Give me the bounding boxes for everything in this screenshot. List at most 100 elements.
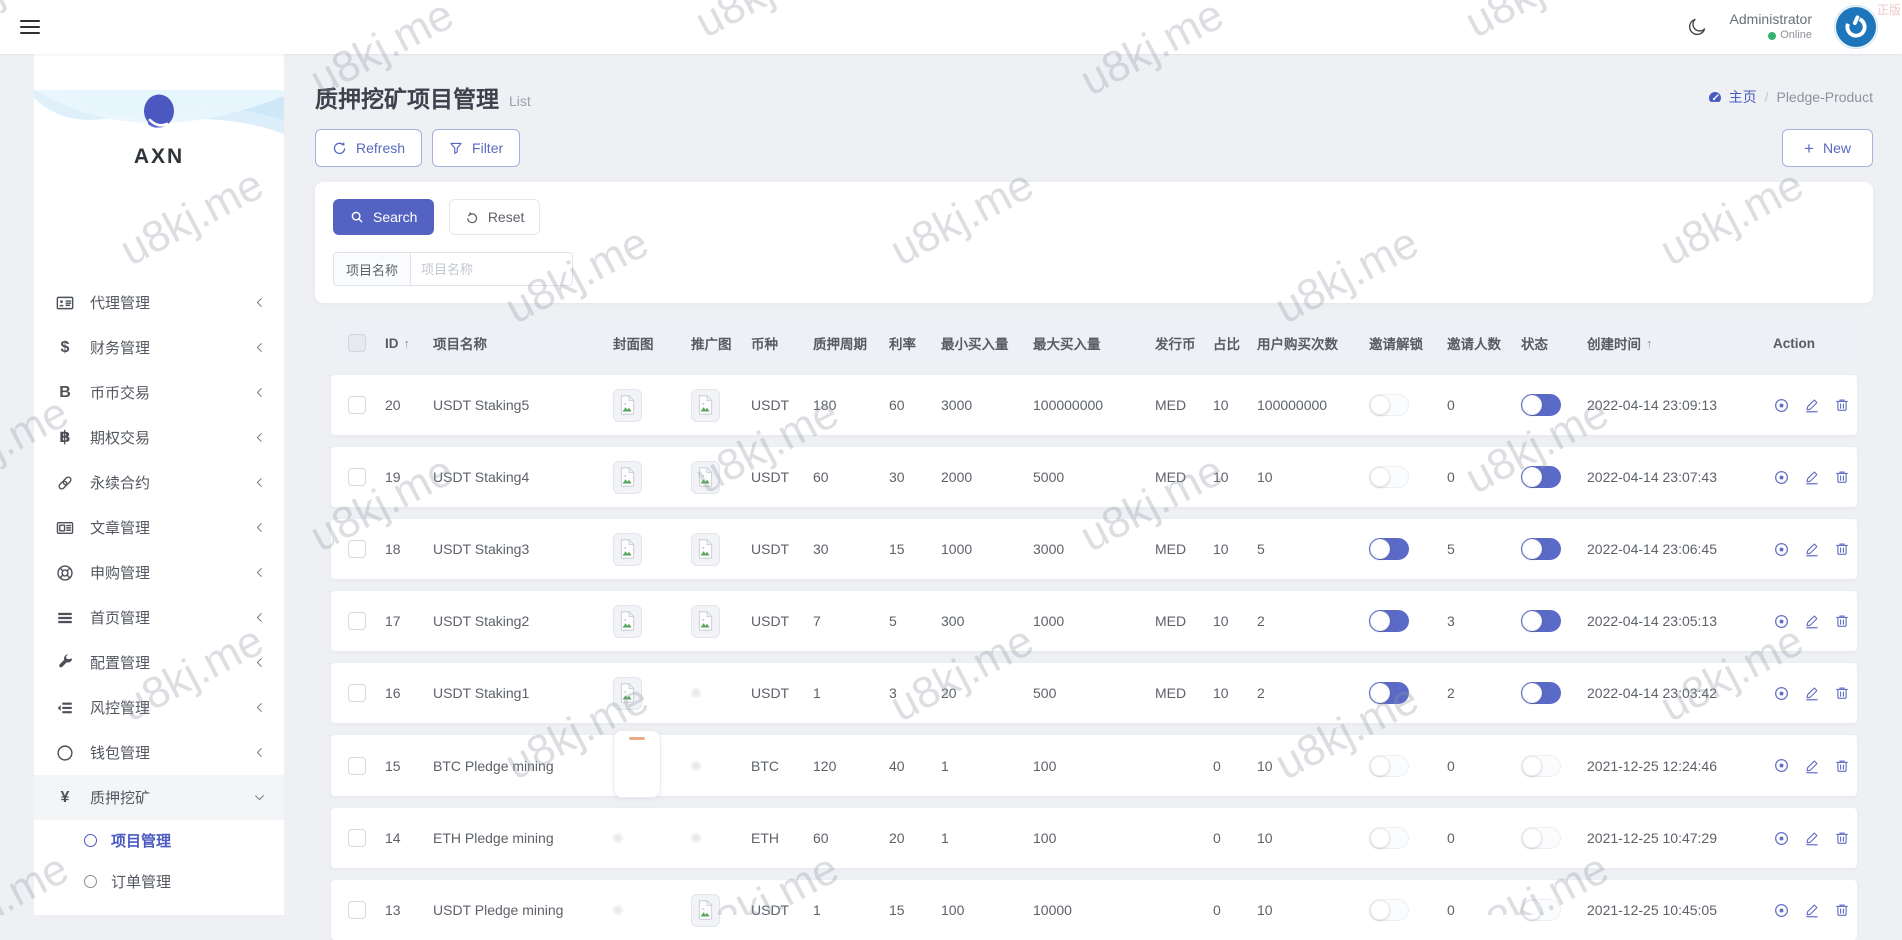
- delete-button[interactable]: [1834, 758, 1850, 774]
- view-button[interactable]: [1773, 757, 1790, 774]
- row-checkbox[interactable]: [348, 901, 366, 919]
- promo-broken-image-thumbnail[interactable]: [691, 389, 720, 422]
- invite-unlock-toggle[interactable]: [1369, 682, 1409, 704]
- row-checkbox[interactable]: [348, 684, 366, 702]
- cell-id: 13: [383, 902, 431, 918]
- row-checkbox[interactable]: [348, 396, 366, 414]
- cover-broken-image-thumbnail[interactable]: [613, 533, 642, 566]
- status-toggle[interactable]: [1521, 827, 1561, 849]
- row-checkbox[interactable]: [348, 540, 366, 558]
- search-button[interactable]: Search: [333, 199, 434, 235]
- sidebar-item-配置管理[interactable]: 配置管理: [34, 640, 284, 685]
- sidebar-item-label: 币币交易: [90, 382, 150, 403]
- edit-button[interactable]: [1804, 758, 1820, 774]
- delete-button[interactable]: [1834, 541, 1850, 557]
- delete-button[interactable]: [1834, 469, 1850, 485]
- sidebar-item-客服[interactable]: 客服: [34, 902, 284, 915]
- edit-button[interactable]: [1804, 397, 1820, 413]
- sidebar-subitem-订单管理[interactable]: 订单管理: [34, 861, 284, 902]
- user-info[interactable]: Administrator Online: [1730, 11, 1812, 42]
- status-toggle[interactable]: [1521, 610, 1561, 632]
- promo-broken-image-thumbnail[interactable]: [691, 533, 720, 566]
- delete-button[interactable]: [1834, 830, 1850, 846]
- cell-project-name: USDT Pledge mining: [431, 902, 611, 918]
- column-header-ID[interactable]: ID↑: [383, 336, 431, 351]
- status-toggle[interactable]: [1521, 466, 1561, 488]
- sidebar-item-文章管理[interactable]: 文章管理: [34, 505, 284, 550]
- view-button[interactable]: [1773, 685, 1790, 702]
- view-button[interactable]: [1773, 397, 1790, 414]
- sort-asc-icon[interactable]: ↑: [1646, 336, 1653, 351]
- view-button[interactable]: [1773, 902, 1790, 919]
- invite-unlock-toggle[interactable]: [1369, 899, 1409, 921]
- sidebar-item-质押挖矿[interactable]: ¥质押挖矿: [34, 775, 284, 820]
- sidebar-item-首页管理[interactable]: 首页管理: [34, 595, 284, 640]
- edit-button[interactable]: [1804, 541, 1820, 557]
- project-name-input[interactable]: [411, 252, 573, 286]
- edit-button[interactable]: [1804, 830, 1820, 846]
- sidebar-subitem-项目管理[interactable]: 项目管理: [34, 820, 284, 861]
- breadcrumb-home-link[interactable]: 主页: [1707, 87, 1757, 107]
- sidebar-item-期权交易[interactable]: ฿期权交易: [34, 415, 284, 460]
- promo-broken-image-thumbnail[interactable]: [691, 461, 720, 494]
- cell-invite-count: 0: [1445, 830, 1519, 846]
- sort-asc-icon[interactable]: ↑: [404, 336, 411, 351]
- status-toggle[interactable]: [1521, 755, 1561, 777]
- row-checkbox[interactable]: [348, 468, 366, 486]
- reset-button[interactable]: Reset: [449, 199, 541, 235]
- sidebar-item-财务管理[interactable]: $财务管理: [34, 325, 284, 370]
- delete-button[interactable]: [1834, 613, 1850, 629]
- sidebar-item-钱包管理[interactable]: 钱包管理: [34, 730, 284, 775]
- status-toggle[interactable]: [1521, 682, 1561, 704]
- view-button[interactable]: [1773, 830, 1790, 847]
- delete-button[interactable]: [1834, 902, 1850, 918]
- invite-unlock-toggle[interactable]: [1369, 610, 1409, 632]
- new-button[interactable]: + New: [1782, 129, 1873, 167]
- status-toggle[interactable]: [1521, 538, 1561, 560]
- cell-coin: USDT: [749, 613, 811, 629]
- promo-broken-image-thumbnail[interactable]: [691, 894, 720, 927]
- sidebar-item-币币交易[interactable]: B币币交易: [34, 370, 284, 415]
- select-all-checkbox[interactable]: [348, 334, 366, 352]
- dark-mode-icon[interactable]: [1686, 16, 1708, 38]
- cover-broken-image-thumbnail[interactable]: [613, 605, 642, 638]
- sidebar-item-风控管理[interactable]: 风控管理: [34, 685, 284, 730]
- edit-button[interactable]: [1804, 902, 1820, 918]
- edit-button[interactable]: [1804, 685, 1820, 701]
- invite-unlock-toggle[interactable]: [1369, 827, 1409, 849]
- sidebar-logo: AXN: [34, 90, 284, 242]
- menu-toggle-button[interactable]: [18, 12, 46, 42]
- invite-unlock-toggle[interactable]: [1369, 538, 1409, 560]
- status-toggle[interactable]: [1521, 899, 1561, 921]
- avatar[interactable]: [1834, 5, 1878, 49]
- cell-min-buy: 1: [939, 830, 1031, 846]
- view-button[interactable]: [1773, 541, 1790, 558]
- status-toggle[interactable]: [1521, 394, 1561, 416]
- edit-button[interactable]: [1804, 469, 1820, 485]
- refresh-button[interactable]: Refresh: [315, 129, 422, 167]
- row-checkbox[interactable]: [348, 757, 366, 775]
- main-content: 质押挖矿项目管理 List 主页 / Pledge-Product Refres…: [284, 54, 1902, 915]
- sidebar-item-永续合约[interactable]: 永续合约: [34, 460, 284, 505]
- row-checkbox[interactable]: [348, 829, 366, 847]
- invite-unlock-toggle[interactable]: [1369, 466, 1409, 488]
- cover-broken-image-thumbnail[interactable]: [613, 461, 642, 494]
- promo-broken-image-thumbnail[interactable]: [691, 605, 720, 638]
- column-header-创建时间[interactable]: 创建时间↑: [1585, 333, 1771, 353]
- invite-unlock-toggle[interactable]: [1369, 394, 1409, 416]
- edit-button[interactable]: [1804, 613, 1820, 629]
- sidebar-item-label: 期权交易: [90, 427, 150, 448]
- cover-blank-image-thumbnail[interactable]: [613, 730, 661, 798]
- cover-broken-image-thumbnail[interactable]: [613, 677, 642, 710]
- invite-unlock-toggle[interactable]: [1369, 755, 1409, 777]
- view-button[interactable]: [1773, 469, 1790, 486]
- filter-button[interactable]: Filter: [432, 129, 520, 167]
- row-checkbox[interactable]: [348, 612, 366, 630]
- view-button[interactable]: [1773, 613, 1790, 630]
- sidebar-item-代理管理[interactable]: 代理管理: [34, 280, 284, 325]
- sidebar-item-申购管理[interactable]: 申购管理: [34, 550, 284, 595]
- cell-id: 17: [383, 613, 431, 629]
- delete-button[interactable]: [1834, 685, 1850, 701]
- cover-broken-image-thumbnail[interactable]: [613, 389, 642, 422]
- delete-button[interactable]: [1834, 397, 1850, 413]
